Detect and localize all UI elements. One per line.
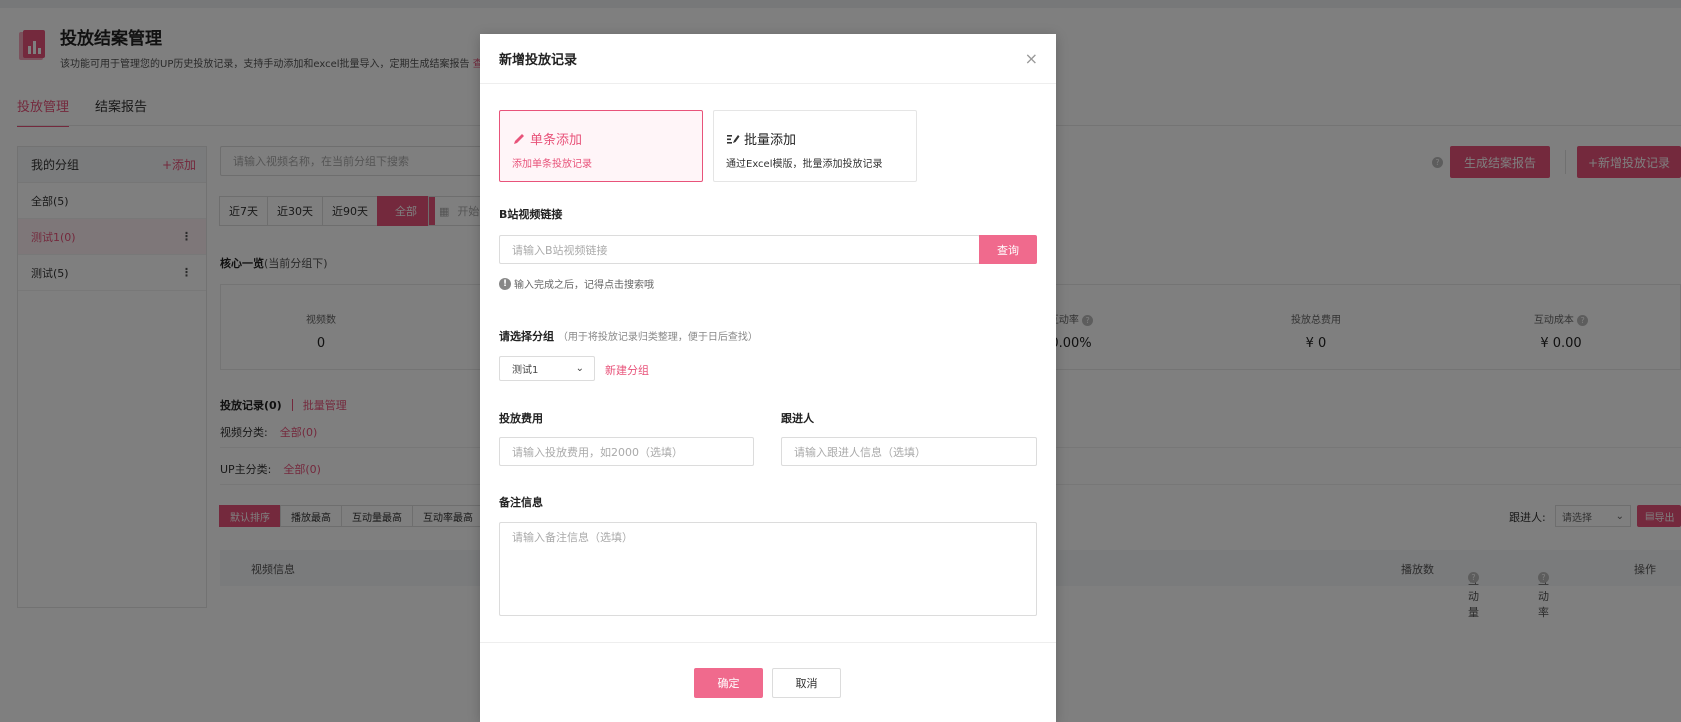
chevron-down-icon: ⌄: [575, 363, 584, 374]
cancel-button[interactable]: 取消: [772, 668, 841, 698]
single-add-card[interactable]: 单条添加 添加单条投放记录: [499, 110, 703, 182]
tip-text: 输入完成之后，记得点击搜索哦: [514, 280, 654, 291]
mode-title-text: 批量添加: [744, 133, 797, 148]
mode-card-title: 批量添加: [726, 129, 904, 148]
mode-title-text: 单条添加: [530, 133, 583, 148]
group-select-value: 测试1: [512, 365, 539, 376]
follower-label: 跟进人: [781, 412, 814, 425]
cost-label: 投放费用: [499, 412, 543, 425]
close-icon[interactable]: ×: [1025, 50, 1038, 67]
note-label: 备注信息: [499, 496, 543, 509]
group-hint: （用于将投放记录归类整理，便于日后查找）: [557, 332, 758, 343]
query-button[interactable]: 查询: [979, 235, 1037, 264]
info-icon: !: [499, 277, 511, 290]
new-group-link[interactable]: 新建分组: [605, 362, 649, 378]
search-tip: ! 输入完成之后，记得点击搜索哦: [499, 276, 654, 291]
modal-title: 新增投放记录: [499, 53, 578, 68]
cost-input[interactable]: 请输入投放费用，如2000（选填）: [499, 437, 754, 466]
add-record-modal: 新增投放记录 × 单条添加 添加单条投放记录 批量添加 通过Excel模版，批量…: [480, 34, 1056, 722]
footer-divider: [480, 642, 1056, 643]
follower-input[interactable]: 请输入跟进人信息（选填）: [781, 437, 1037, 466]
note-textarea[interactable]: 请输入备注信息（选填）: [499, 522, 1037, 616]
pen-icon: [514, 133, 524, 144]
group-label-text: 请选择分组: [499, 330, 554, 343]
video-link-input[interactable]: 请输入B站视频链接: [499, 235, 980, 264]
video-link-label: B站视频链接: [499, 208, 563, 221]
mode-card-desc: 通过Excel模版，批量添加投放记录: [726, 159, 883, 170]
batch-add-card[interactable]: 批量添加 通过Excel模版，批量添加投放记录: [713, 110, 917, 182]
group-label: 请选择分组 （用于将投放记录归类整理，便于日后查找）: [499, 328, 758, 344]
list-edit-icon: [727, 134, 740, 144]
group-select[interactable]: 测试1 ⌄: [499, 356, 595, 381]
mode-card-desc: 添加单条投放记录: [512, 159, 592, 170]
modal-header: 新增投放记录 ×: [480, 34, 1056, 84]
confirm-button[interactable]: 确定: [694, 668, 763, 698]
mode-card-title: 单条添加: [512, 129, 690, 148]
